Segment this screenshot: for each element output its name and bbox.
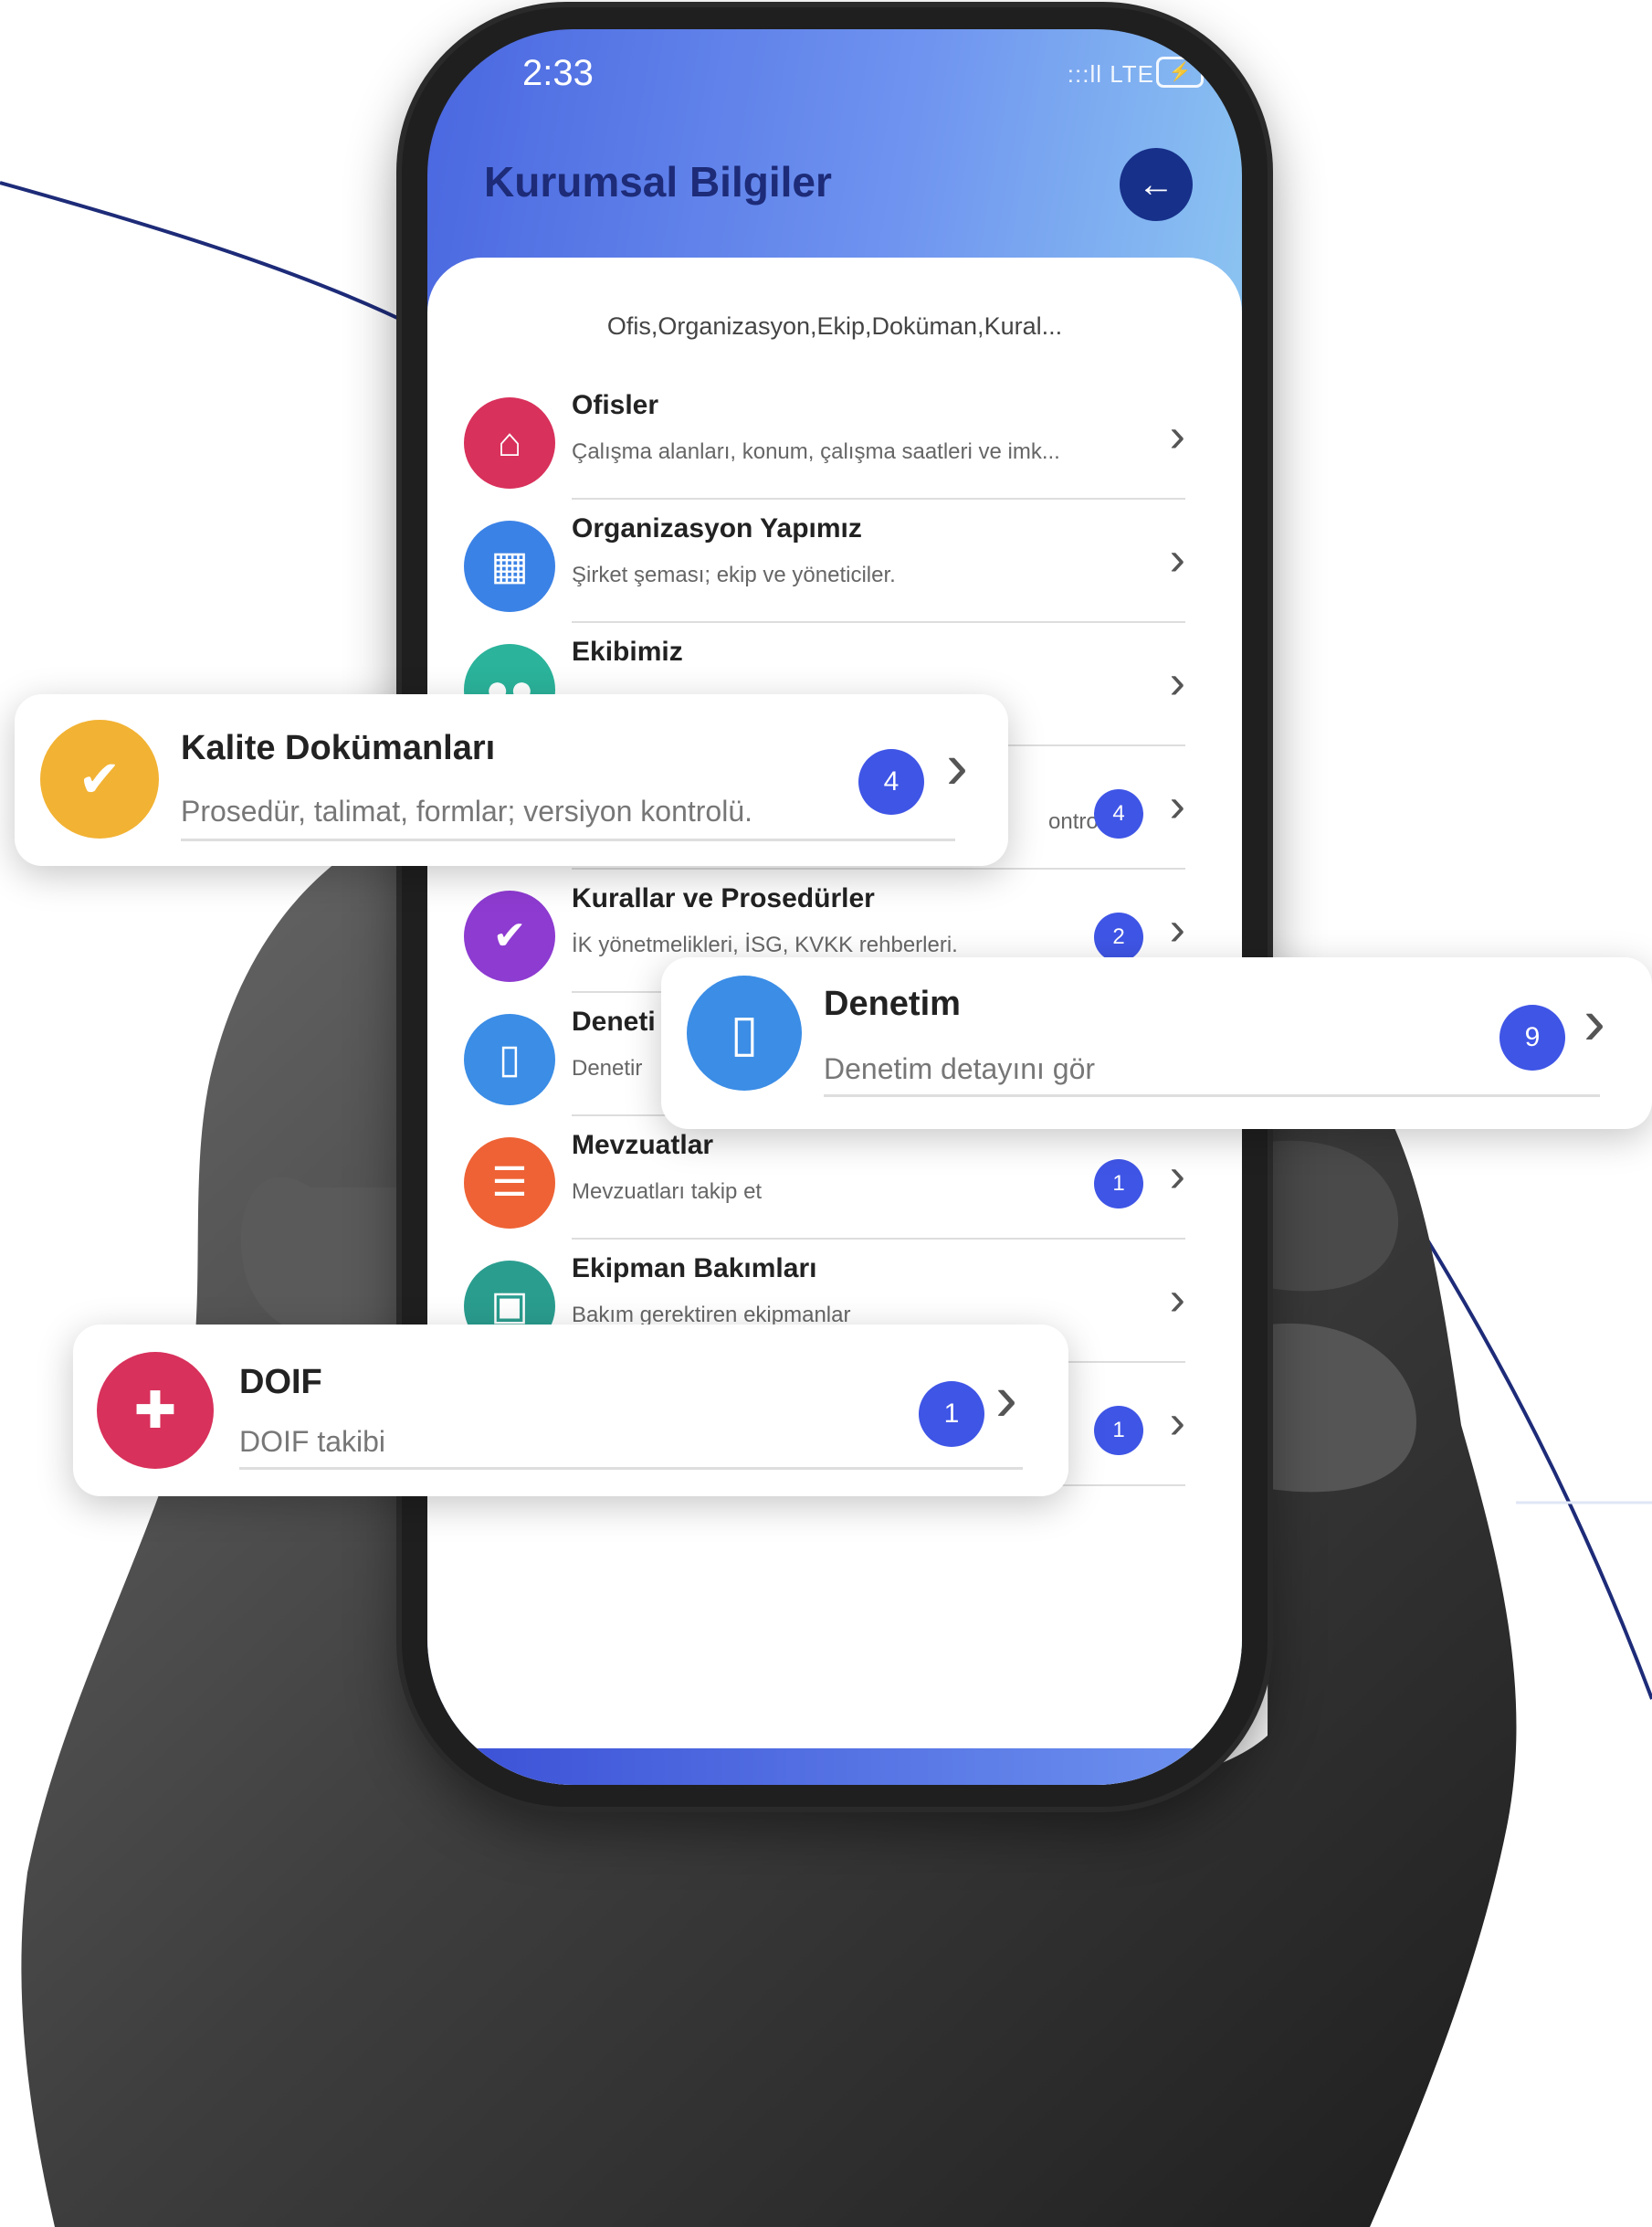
status-bar: 2:33 :::ll LTE ⚡ xyxy=(427,29,1242,130)
bottom-bar xyxy=(427,1748,1242,1785)
chevron-right-icon: › xyxy=(1169,902,1185,955)
page-subtitle: Ofis,Organizasyon,Ekip,Doküman,Kural... xyxy=(606,312,1063,340)
home-icon: ⌂ xyxy=(464,397,555,489)
chevron-right-icon: › xyxy=(1169,779,1185,832)
count-badge: 1 xyxy=(1094,1159,1143,1208)
list-item-title: Ekipman Bakımları xyxy=(572,1253,817,1283)
chevron-right-icon: › xyxy=(946,730,968,803)
page-title: Kurumsal Bilgiler xyxy=(484,158,832,206)
status-time: 2:33 xyxy=(522,53,594,93)
list-item-title: Mevzuatlar xyxy=(572,1130,714,1160)
count-badge: 9 xyxy=(1499,1005,1565,1071)
chevron-right-icon: › xyxy=(1584,986,1605,1059)
tablet-icon: ▯ xyxy=(687,976,802,1091)
shield-plus-icon: ✚ xyxy=(97,1352,214,1469)
building-icon: ▦ xyxy=(464,521,555,612)
count-badge: 4 xyxy=(858,749,924,815)
chevron-right-icon: › xyxy=(1169,533,1185,586)
signal-icon: :::ll LTE xyxy=(1067,60,1154,88)
divider xyxy=(572,1238,1185,1240)
list-item-desc: Mevzuatları takip et xyxy=(572,1179,763,1204)
divider xyxy=(572,868,1185,870)
count-badge: 4 xyxy=(1094,789,1143,839)
list-item-desc: Şirket şeması; ekip ve yöneticiler. xyxy=(572,563,896,587)
card-desc: Prosedür, talimat, formlar; versiyon kon… xyxy=(181,795,753,828)
divider xyxy=(239,1467,1023,1470)
tablet-icon: ▯ xyxy=(464,1014,555,1105)
card-kalite-dokumanlari[interactable]: ✔ Kalite Dokümanları Prosedür, talimat, … xyxy=(15,694,1008,866)
list-item-mevzuatlar[interactable]: ☰ Mevzuatlar Mevzuatları takip et 1 › xyxy=(464,1121,1185,1243)
divider xyxy=(572,621,1185,623)
check-badge-icon: ✔ xyxy=(464,891,555,982)
list-item-title: Ofisler xyxy=(572,390,659,420)
chevron-right-icon: › xyxy=(1169,656,1185,709)
list-item-title: Deneti xyxy=(572,1007,656,1037)
back-button[interactable]: ← xyxy=(1120,148,1193,221)
card-desc: DOIF takibi xyxy=(239,1425,386,1458)
divider xyxy=(572,498,1185,500)
card-title: Kalite Dokümanları xyxy=(181,729,496,767)
phone-screen: 2:33 :::ll LTE ⚡ Kurumsal Bilgiler ← Ofi… xyxy=(427,29,1242,1785)
divider xyxy=(181,839,955,841)
check-badge-icon: ✔ xyxy=(40,720,159,839)
list-item-title: Organizasyon Yapımız xyxy=(572,513,862,544)
count-badge: 1 xyxy=(919,1381,984,1447)
chevron-right-icon: › xyxy=(1169,1272,1185,1325)
chevron-right-icon: › xyxy=(1169,409,1185,462)
list-item-desc: Çalışma alanları, konum, çalışma saatler… xyxy=(572,439,1060,464)
count-badge: 1 xyxy=(1094,1406,1143,1455)
list-item-desc: Denetir xyxy=(572,1056,643,1081)
list-item-desc: İK yönetmelikleri, İSG, KVKK rehberleri. xyxy=(572,933,958,957)
list-icon: ☰ xyxy=(464,1137,555,1229)
list-item-title: Ekibimiz xyxy=(572,637,683,667)
chevron-right-icon: › xyxy=(1169,1396,1185,1449)
list-item-ofisler[interactable]: ⌂ Ofisler Çalışma alanları, konum, çalış… xyxy=(464,381,1185,503)
card-desc: Denetim detayını gör xyxy=(824,1052,1096,1085)
arrow-left-icon: ← xyxy=(1138,164,1174,205)
chevron-right-icon: › xyxy=(1169,1149,1185,1202)
card-title: DOIF xyxy=(239,1363,322,1401)
card-doif[interactable]: ✚ DOIF DOIF takibi 1 › xyxy=(73,1325,1068,1496)
list-item-title: Kurallar ve Prosedürler xyxy=(572,883,875,913)
card-denetim[interactable]: ▯ Denetim Denetim detayını gör 9 › xyxy=(661,957,1652,1129)
chevron-right-icon: › xyxy=(995,1362,1017,1435)
divider xyxy=(824,1094,1600,1097)
card-title: Denetim xyxy=(824,985,961,1023)
count-badge: 2 xyxy=(1094,913,1143,962)
battery-icon: ⚡ xyxy=(1156,57,1204,88)
list-item-organizasyon[interactable]: ▦ Organizasyon Yapımız Şirket şeması; ek… xyxy=(464,504,1185,627)
